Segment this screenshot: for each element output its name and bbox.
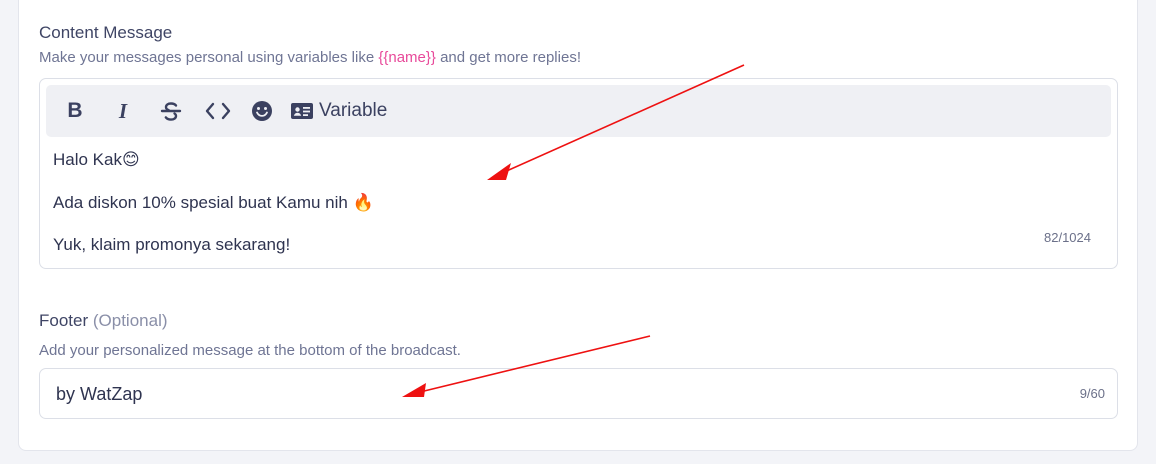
footer-hint: Add your personalized message at the bot… [39,342,461,359]
emoji-button[interactable] [247,96,277,126]
bold-button[interactable]: B [60,96,90,126]
bold-icon: B [67,99,83,122]
smiley-icon [252,101,272,121]
message-editor[interactable]: B I Variable Halo Kak😊 Ada diskon 10% sp… [39,78,1118,269]
strikethrough-icon [160,102,182,121]
message-line-3: Yuk, klaim promonya sekarang! [53,235,291,254]
code-button[interactable] [203,96,233,126]
variable-example: {{name}} [378,49,436,66]
content-message-label: Content Message [39,23,173,42]
content-message-hint: Make your messages personal using variab… [39,49,581,66]
message-line-1: Halo Kak😊 [53,150,140,169]
italic-icon: I [118,98,128,123]
strikethrough-button[interactable] [156,96,186,126]
footer-char-counter: 9/60 [1079,386,1105,401]
message-line-2: Ada diskon 10% spesial buat Kamu nih 🔥 [53,193,374,212]
variable-button[interactable]: Variable [291,100,387,122]
footer-input-value: by WatZap [56,384,143,404]
footer-input[interactable]: by WatZap 9/60 [39,368,1118,419]
code-icon [205,102,231,120]
id-card-icon [291,103,313,119]
footer-label: Footer (Optional) [39,311,168,330]
variable-label: Variable [319,100,388,121]
editor-toolbar: B I Variable [46,85,1111,137]
italic-button[interactable]: I [108,96,138,126]
optional-tag: (Optional) [92,311,168,330]
message-char-counter: 82/1024 [1044,230,1091,245]
